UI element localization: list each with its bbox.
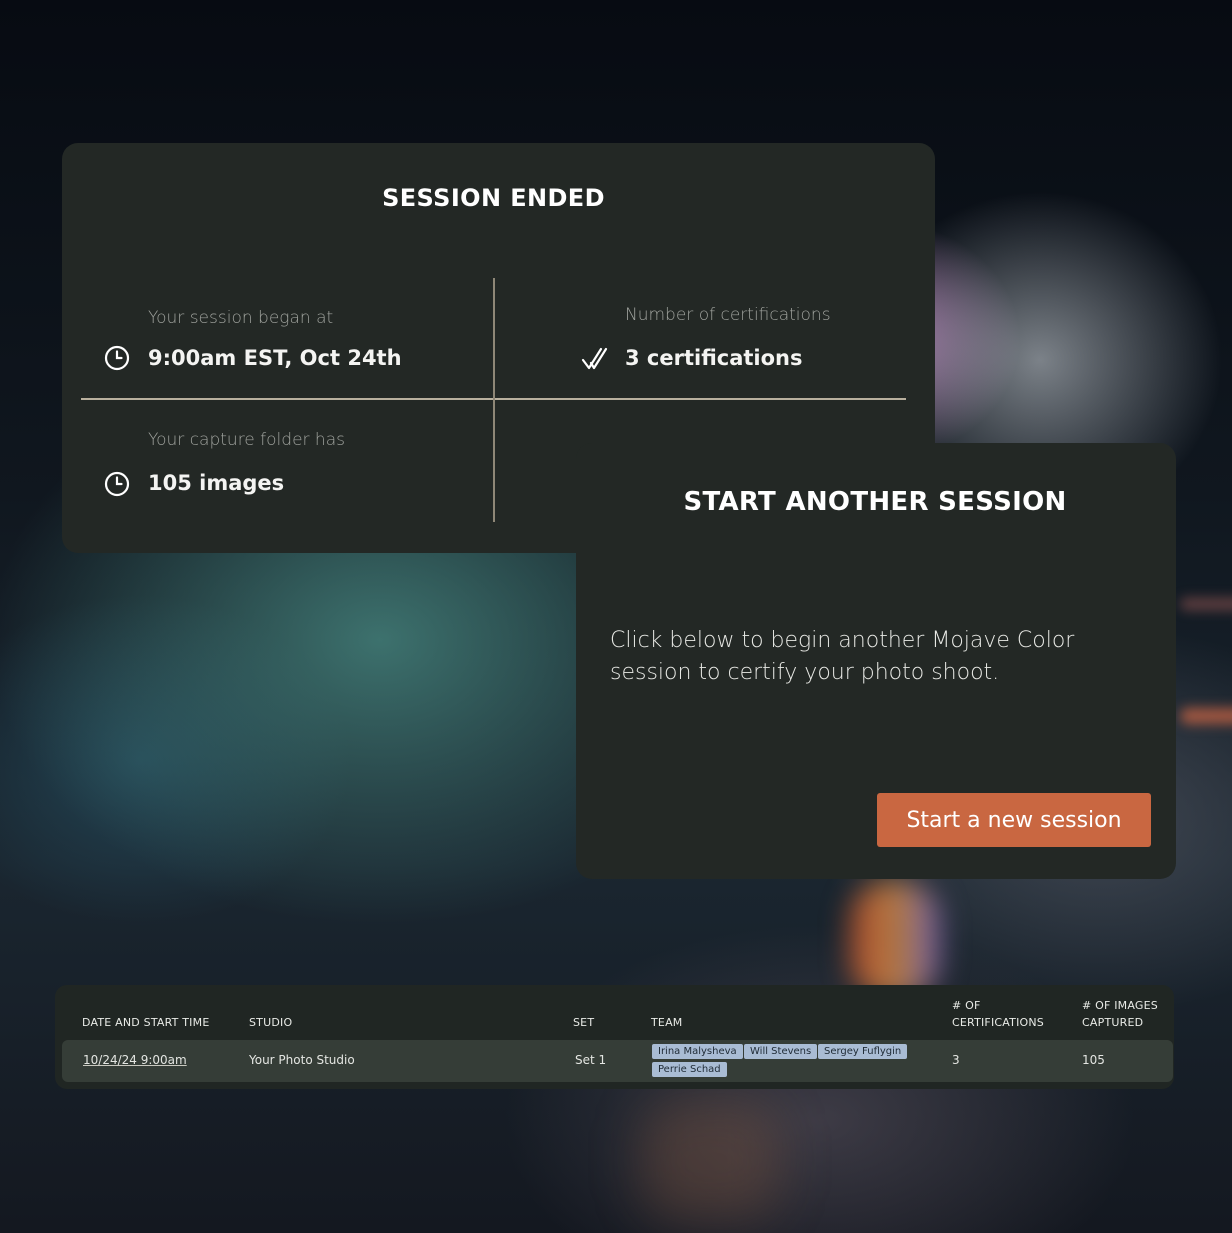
header-certifications: # OF CERTIFICATIONS [952,997,1044,1031]
clock-icon [104,471,130,497]
description-line-2: session to certify your photo shoot. [610,660,1000,685]
session-ended-title: SESSION ENDED [382,184,605,212]
session-began-value: 9:00am EST, Oct 24th [148,346,402,370]
start-new-session-button[interactable]: Start a new session [877,793,1151,847]
light-streak [1180,708,1232,724]
table-row[interactable] [62,1040,1173,1082]
certifications-label: Number of certifications [625,305,831,325]
images-cell: 105 [1082,1053,1105,1067]
header-certifications-line-1: # OF [952,999,981,1012]
session-began-label: Your session began at [148,308,334,328]
light-streak [640,1100,780,1220]
header-images: # OF IMAGES CAPTURED [1082,997,1158,1031]
capture-folder-label: Your capture folder has [148,430,345,450]
start-another-description: Click below to begin another Mojave Colo… [610,625,1110,689]
header-set: SET [573,1016,595,1029]
clock-icon [104,345,130,371]
session-date-link[interactable]: 10/24/24 9:00am [83,1053,187,1067]
team-tag: Perrie Schad [652,1062,727,1077]
header-certifications-line-2: CERTIFICATIONS [952,1016,1044,1029]
description-line-1: Click below to begin another Mojave Colo… [610,628,1075,653]
start-another-session-title: START ANOTHER SESSION [683,487,1067,517]
header-images-line-2: CAPTURED [1082,1016,1144,1029]
header-images-line-1: # OF IMAGES [1082,999,1158,1012]
double-check-icon [580,346,608,372]
divider-vertical [493,278,495,522]
team-tag: Irina Malysheva [652,1044,743,1059]
team-tag: Sergey Fuflygin [818,1044,908,1059]
set-cell: Set 1 [575,1053,607,1067]
light-streak [850,880,940,1000]
light-streak [1180,598,1232,610]
header-team: TEAM [651,1016,683,1029]
header-date: DATE AND START TIME [82,1016,210,1029]
capture-folder-value: 105 images [148,471,285,495]
certifications-cell: 3 [952,1053,960,1067]
header-studio: STUDIO [249,1016,293,1029]
team-tag: Will Stevens [744,1044,818,1059]
certifications-value: 3 certifications [625,346,803,370]
studio-cell: Your Photo Studio [249,1053,355,1067]
